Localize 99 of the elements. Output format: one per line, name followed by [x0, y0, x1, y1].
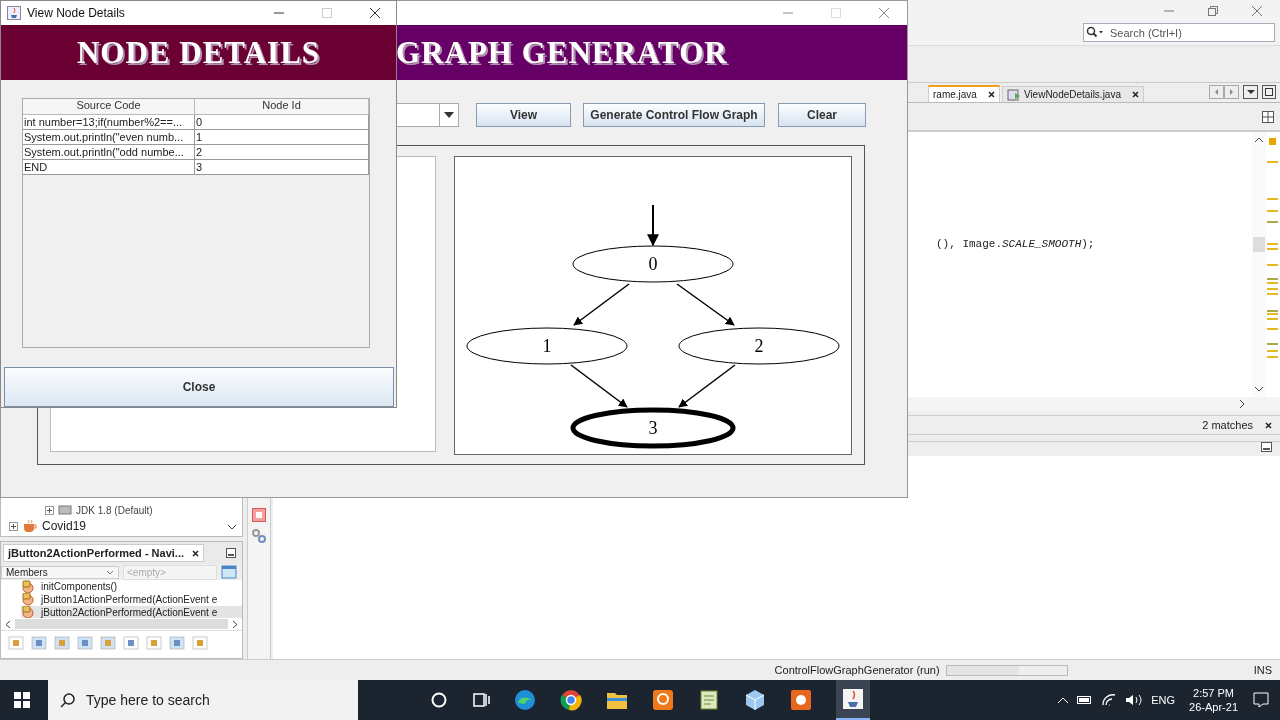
- tools-icon[interactable]: [251, 528, 267, 544]
- action-button[interactable]: View: [476, 103, 571, 127]
- graph-node: 0: [572, 245, 734, 283]
- method-icon: [21, 605, 37, 619]
- table-cell: 2: [195, 145, 369, 160]
- maximize-icon[interactable]: [1262, 85, 1276, 99]
- app-icon[interactable]: [652, 689, 674, 711]
- graph-node: 3: [570, 407, 736, 449]
- caret-icon: [106, 569, 114, 575]
- taskbar-search-field[interactable]: Type here to search: [48, 680, 358, 720]
- table-cell: 1: [195, 130, 369, 145]
- split-icon[interactable]: [1262, 110, 1274, 123]
- app-title: GRAPH GENERATOR: [396, 34, 728, 71]
- table-cell: END: [23, 160, 195, 175]
- folder-icon[interactable]: [606, 690, 628, 710]
- task-view-icon[interactable]: [472, 691, 490, 709]
- cup-icon: [22, 519, 38, 533]
- table-cell: System.out.println("odd numbe...: [23, 145, 195, 160]
- toolbar-icon[interactable]: [122, 635, 140, 652]
- method-icon: [21, 592, 37, 606]
- close-icon[interactable]: [1265, 421, 1272, 429]
- chrome-icon[interactable]: [560, 689, 582, 711]
- editor-tab[interactable]: rame.java: [928, 85, 1000, 102]
- member-item[interactable]: initComponents(): [21, 580, 242, 593]
- scroll-down-icon[interactable]: [1254, 385, 1264, 393]
- scroll-right-icon[interactable]: [1238, 399, 1246, 409]
- restore-icon[interactable]: [1206, 4, 1220, 18]
- match-count: 2 matches: [1202, 419, 1253, 431]
- graph-node: 2: [678, 327, 840, 365]
- scroll-down-icon[interactable]: [227, 523, 237, 531]
- project-node[interactable]: JDK 1.8 (Default): [76, 504, 153, 516]
- expand-icon[interactable]: [45, 505, 54, 515]
- navigator-tab[interactable]: jButton2ActionPerformed - Navi...: [3, 544, 205, 562]
- notification-icon[interactable]: [1252, 691, 1270, 709]
- form-file-icon: [1006, 88, 1021, 101]
- close-button[interactable]: Close: [4, 367, 394, 407]
- action-button[interactable]: Clear: [778, 103, 866, 127]
- editor-tab[interactable]: ViewNodeDetails.java: [1001, 86, 1144, 102]
- notepad-icon[interactable]: [698, 689, 720, 711]
- maximize-icon: [320, 6, 334, 20]
- maximize-icon: [829, 6, 843, 20]
- wifi-icon[interactable]: [1101, 693, 1118, 707]
- window-icon[interactable]: [221, 565, 237, 580]
- column-header[interactable]: Node Id: [195, 99, 369, 115]
- java-app-icon[interactable]: [836, 680, 870, 720]
- language-indicator[interactable]: ENG: [1151, 694, 1176, 706]
- tab-navigation-icon[interactable]: [1209, 85, 1259, 99]
- close-icon[interactable]: [368, 6, 382, 20]
- scroll-up-icon[interactable]: [1254, 136, 1264, 144]
- scrollbar-thumb[interactable]: [1253, 237, 1265, 252]
- close-icon[interactable]: [192, 550, 200, 557]
- caret-icon: [444, 112, 454, 118]
- toolbar-icon[interactable]: [30, 635, 48, 652]
- table-cell: 0: [195, 115, 369, 130]
- insert-mode: INS: [1253, 664, 1272, 676]
- edge-arrow: [573, 283, 630, 326]
- edge-arrow: [678, 364, 736, 408]
- search-icon: [60, 692, 76, 708]
- edge-arrow: [570, 364, 628, 408]
- scroll-right-icon[interactable]: [232, 619, 238, 629]
- scrollbar-thumb[interactable]: [15, 619, 228, 630]
- scroll-left-icon[interactable]: [5, 619, 11, 629]
- windows-start-icon[interactable]: [14, 692, 30, 708]
- search-icon[interactable]: [1086, 26, 1104, 38]
- close-icon[interactable]: [987, 91, 995, 98]
- table-cell: System.out.println("even numb...: [23, 130, 195, 145]
- project-node[interactable]: Covid19: [42, 519, 87, 533]
- table-cell: int number=13;if(number%2==...: [23, 115, 195, 130]
- battery-icon[interactable]: [1077, 695, 1094, 705]
- close-icon[interactable]: [1132, 91, 1139, 98]
- member-item[interactable]: jButton1ActionPerformed(ActionEvent e: [21, 592, 242, 606]
- column-header[interactable]: Source Code: [23, 99, 195, 115]
- clock[interactable]: 2:57 PM 26-Apr-21: [1189, 686, 1238, 714]
- edge-arrow: [676, 283, 735, 326]
- minimize-icon[interactable]: [226, 548, 236, 558]
- member-item[interactable]: jButton2ActionPerformed(ActionEvent e: [21, 605, 242, 619]
- stop-icon[interactable]: [252, 508, 266, 522]
- search-field[interactable]: Search (Ctrl+I): [1083, 23, 1275, 42]
- window-title: View Node Details: [27, 6, 125, 20]
- toolbar-icon[interactable]: [76, 635, 94, 652]
- method-icon: [21, 580, 37, 593]
- speaker-icon[interactable]: [1125, 693, 1144, 707]
- status-task: ControlFlowGraphGenerator (run): [774, 664, 940, 676]
- table-cell: 3: [195, 160, 369, 175]
- toolbar-icon[interactable]: [168, 635, 186, 652]
- cortana-icon[interactable]: [430, 691, 448, 709]
- entry-arrow: [647, 204, 659, 247]
- dialog-heading: NODE DETAILS: [76, 34, 321, 71]
- cube-icon[interactable]: [744, 689, 766, 711]
- action-button[interactable]: Generate Control Flow Graph: [583, 103, 765, 127]
- members-dropdown[interactable]: Members: [1, 565, 119, 579]
- app-icon[interactable]: [790, 689, 812, 711]
- expand-icon[interactable]: [9, 521, 18, 531]
- java-icon: [7, 6, 21, 20]
- graph-node: 1: [466, 327, 628, 365]
- minimize-icon[interactable]: [1261, 442, 1272, 452]
- library-icon: [58, 505, 72, 515]
- edge-icon[interactable]: [514, 689, 536, 711]
- chevron-up-icon[interactable]: [1057, 695, 1070, 705]
